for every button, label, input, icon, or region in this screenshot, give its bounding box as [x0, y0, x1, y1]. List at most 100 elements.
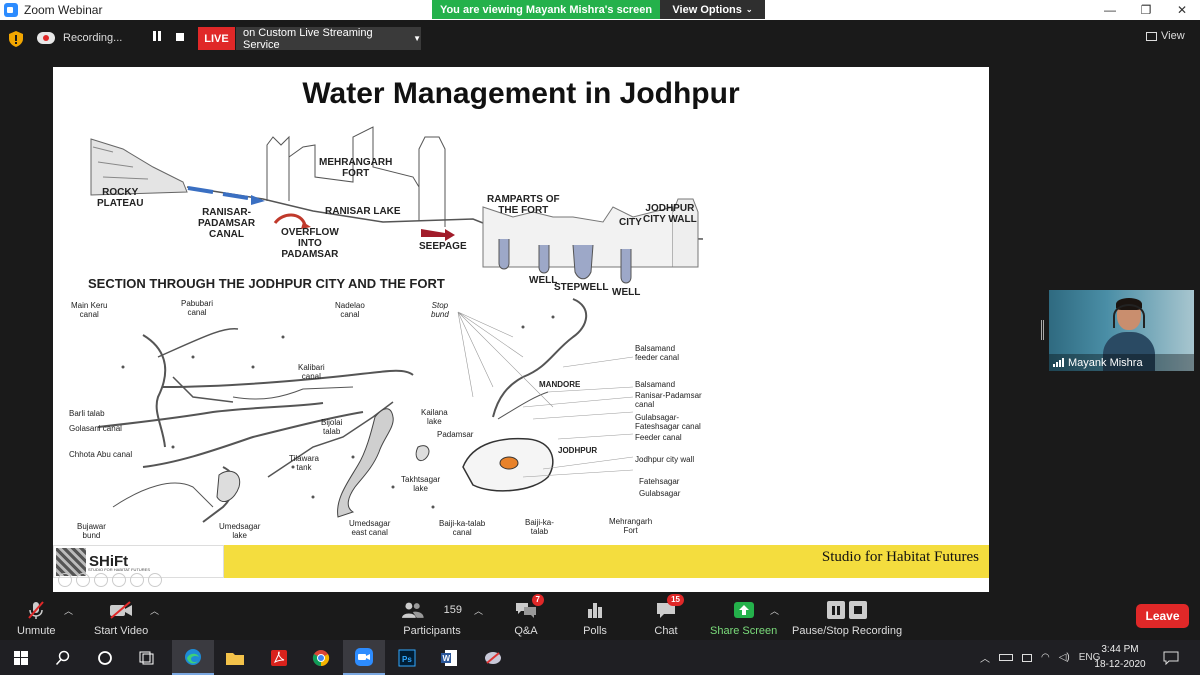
map-label: Stop bund [431, 301, 449, 319]
map-label: JODHPUR [558, 446, 598, 455]
start-video-label: Start Video [94, 625, 149, 637]
label-well-2: WELL [612, 287, 641, 298]
cortana-circle-icon[interactable] [84, 640, 126, 675]
svg-text:Ps: Ps [402, 655, 412, 664]
label-stepwell: STEPWELL [554, 282, 609, 293]
polls-label: Polls [583, 625, 607, 637]
svg-text:W: W [443, 654, 451, 663]
share-screen-button[interactable]: Share Screen [710, 594, 777, 640]
map-label: Padamsar [437, 430, 474, 439]
label-seepage: SEEPAGE [419, 241, 467, 252]
photoshop-icon[interactable]: Ps [386, 640, 428, 675]
security-shield-icon[interactable] [9, 31, 23, 47]
label-ranisar-lake: RANISAR LAKE [325, 206, 401, 217]
participants-count: 159 [443, 604, 462, 616]
network-icon[interactable] [1022, 653, 1032, 662]
chat-button[interactable]: 15 Chat [651, 594, 684, 640]
leave-button[interactable]: Leave [1136, 604, 1189, 628]
map-label: Baiji-ka-talab canal [439, 519, 486, 537]
more-options-icon[interactable] [148, 573, 162, 587]
map-label: Umedsagar east canal [349, 519, 391, 537]
polls-button[interactable]: Polls [580, 594, 610, 640]
unmute-button[interactable]: Unmute [17, 594, 56, 640]
map-label: Baiji-ka-talab [525, 518, 554, 536]
map-label: Pabubari canal [181, 299, 214, 317]
live-stream-dropdown[interactable]: on Custom Live Streaming Service ▼ [236, 27, 421, 51]
chat-badge: 15 [667, 594, 684, 606]
task-view-icon[interactable] [126, 640, 168, 675]
footer-studio-text: Studio for Habitat Futures [821, 549, 979, 565]
wifi-icon[interactable]: ◠ [1041, 652, 1050, 663]
next-slide-icon[interactable] [76, 573, 90, 587]
windows-start-icon[interactable] [0, 640, 42, 675]
polls-bar-chart-icon [580, 599, 610, 621]
logo-subtext: STUDIO FOR HABITAT FUTURES [88, 567, 151, 572]
slideshow-controls [58, 573, 162, 587]
qa-button[interactable]: 7 Q&A [511, 594, 544, 640]
share-screen-arrow-icon [729, 599, 759, 621]
restore-button[interactable]: ❐ [1128, 0, 1164, 20]
label-rocky-plateau: ROCKY PLATEAU [97, 187, 144, 209]
map-label: Tilawara tank [289, 454, 319, 472]
volume-icon[interactable]: ◁) [1059, 652, 1070, 663]
view-button[interactable]: View [1146, 30, 1185, 42]
pen-icon[interactable] [94, 573, 108, 587]
qa-speech-bubble-icon: 7 [511, 594, 544, 621]
video-options-chevron-icon[interactable]: ︿ [150, 604, 159, 617]
snipping-tool-icon[interactable] [472, 640, 514, 675]
video-camera-off-icon [106, 599, 136, 621]
map-label: Kailana lake [421, 408, 448, 426]
battery-icon[interactable] [999, 654, 1013, 661]
map-label: MANDORE [539, 380, 581, 389]
acrobat-reader-icon[interactable] [258, 640, 300, 675]
stop-recording-icon[interactable] [176, 33, 184, 41]
pause-stop-recording-button[interactable]: Pause/Stop Recording [792, 594, 902, 640]
audio-options-chevron-icon[interactable]: ︿ [64, 604, 73, 617]
share-screen-label: Share Screen [710, 625, 778, 637]
search-icon[interactable] [42, 640, 84, 675]
taskbar-clock[interactable]: 3:44 PM 18-12-2020 [1090, 642, 1150, 672]
participants-button[interactable]: 159 Participants [402, 594, 462, 640]
share-options-chevron-icon[interactable]: ︿ [770, 604, 779, 617]
minimize-button[interactable]: — [1092, 0, 1128, 20]
map-label: Gulabsagar [639, 489, 681, 498]
map-label: Bujawar bund [77, 522, 106, 540]
zoom-icon[interactable] [130, 573, 144, 587]
pause-recording-icon[interactable] [153, 31, 163, 41]
qa-badge: 7 [531, 594, 544, 606]
map-label: Mehrangarh Fort [609, 517, 653, 535]
label-ramparts: RAMPARTS OF THE FORT [487, 194, 560, 216]
edge-browser-icon[interactable] [172, 640, 214, 675]
map-label: Chhota Abu canal [69, 450, 133, 459]
start-video-button[interactable]: Start Video [94, 594, 148, 640]
show-hidden-icons-chevron-icon[interactable]: ︿ [980, 650, 990, 665]
label-ranisar-canal: RANISAR- PADAMSAR CANAL [198, 207, 256, 240]
file-explorer-icon[interactable] [214, 640, 256, 675]
clock-date: 18-12-2020 [1094, 659, 1146, 670]
section-heading: SECTION THROUGH THE JODHPUR CITY AND THE… [88, 276, 445, 291]
word-icon[interactable]: W [428, 640, 470, 675]
participants-label: Participants [403, 625, 461, 637]
prev-slide-icon[interactable] [58, 573, 72, 587]
slides-icon[interactable] [112, 573, 126, 587]
close-button[interactable]: ✕ [1164, 0, 1200, 20]
chat-bubble-icon: 15 [651, 594, 684, 621]
map-label: Bijolai talab [321, 418, 343, 436]
participants-options-chevron-icon[interactable]: ︿ [474, 604, 483, 617]
view-options-button[interactable]: View Options ⌄ [660, 0, 765, 19]
participant-video-tile[interactable]: Mayank Mishra [1049, 290, 1194, 371]
map-label: Main Keru canal [71, 301, 108, 319]
split-drag-handle[interactable] [1041, 320, 1044, 340]
chrome-browser-icon[interactable] [300, 640, 342, 675]
cloud-recording-icon [37, 32, 55, 44]
label-city-wall: JODHPUR CITY WALL [643, 203, 697, 225]
zoom-app-icon[interactable] [343, 640, 385, 675]
windows-taskbar: Ps W ︿ ◠ ◁) ENG [0, 640, 1200, 675]
recording-indicator: Recording... [37, 27, 122, 49]
chevron-down-icon: ⌄ [745, 5, 753, 14]
map-label: Fatehsagar [639, 477, 680, 486]
pause-icon [827, 601, 846, 619]
live-badge: LIVE [198, 27, 235, 50]
map-label: Feeder canal [635, 433, 682, 442]
notifications-icon[interactable] [1163, 640, 1179, 675]
